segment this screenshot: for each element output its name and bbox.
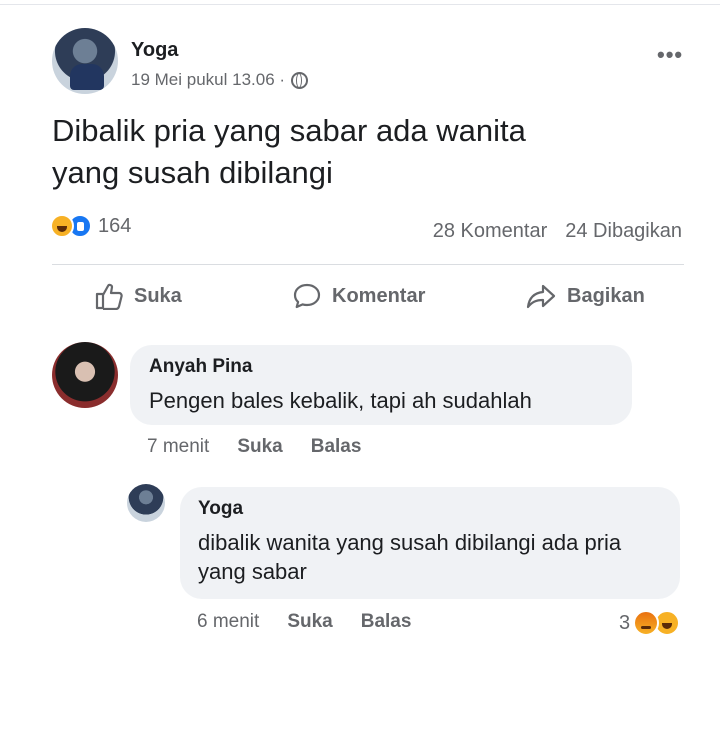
post-meta: 19 Mei pukul 13.06 · [131,70,309,90]
comment-reply-link[interactable]: Balas [311,436,362,458]
comment-actions: 7 menit Suka Balas [147,436,361,458]
post-text-line: Dibalik pria yang sabar ada wanita [52,113,526,148]
like-button[interactable]: Suka [94,282,182,310]
comment-like-link[interactable]: Suka [237,436,282,458]
reply-actions: 6 menit Suka Balas [197,611,411,633]
angry-reaction-icon [633,610,660,636]
comment-bubble: Anyah Pina Pengen bales kebalik, tapi ah… [130,345,632,425]
shares-count[interactable]: 24 Dibagikan [565,220,682,243]
commenter-avatar[interactable] [52,342,118,408]
reply-reaction-count: 3 [619,611,631,634]
thumbs-up-icon [95,283,123,310]
reply-time[interactable]: 6 menit [197,611,259,633]
comment-author[interactable]: Anyah Pina [149,356,252,378]
author-avatar[interactable] [52,28,118,94]
post-text-line: yang susah dibilangi [52,155,333,190]
post-stats: 28 Komentar 24 Dibagikan [433,220,682,243]
like-label: Suka [134,284,182,307]
comment-time[interactable]: 7 menit [147,436,209,458]
reply-like-link[interactable]: Suka [287,611,332,633]
comment-label: Komentar [332,284,426,307]
comment-text: Pengen bales kebalik, tapi ah sudahlah [149,388,532,413]
reply-bubble: Yoga dibalik wanita yang susah dibilangi… [180,487,680,599]
post-author[interactable]: Yoga [131,39,178,62]
comment-button[interactable]: Komentar [292,282,425,310]
haha-reaction-icon [50,214,74,238]
top-divider [0,4,720,5]
post-timestamp[interactable]: 19 Mei pukul 13.06 · [131,70,285,90]
reaction-summary[interactable]: 164 [50,214,131,238]
actions-divider [52,264,684,265]
share-label: Bagikan [567,284,645,307]
reply-reaction-summary[interactable]: 3 [619,610,681,636]
reply-text: dibalik wanita yang susah dibilangi ada … [198,530,622,584]
reply-author-avatar[interactable] [127,484,165,522]
reply-reply-link[interactable]: Balas [361,611,412,633]
share-arrow-icon [526,284,556,309]
reply-author[interactable]: Yoga [198,498,243,520]
share-button[interactable]: Bagikan [525,282,645,310]
more-options-icon[interactable]: ••• [657,42,683,68]
reaction-count: 164 [98,214,132,237]
globe-icon [291,71,309,89]
comments-count[interactable]: 28 Komentar [433,220,548,243]
comment-bubble-icon [293,283,321,309]
post-text: Dibalik pria yang sabar ada wanita yang … [52,110,672,194]
